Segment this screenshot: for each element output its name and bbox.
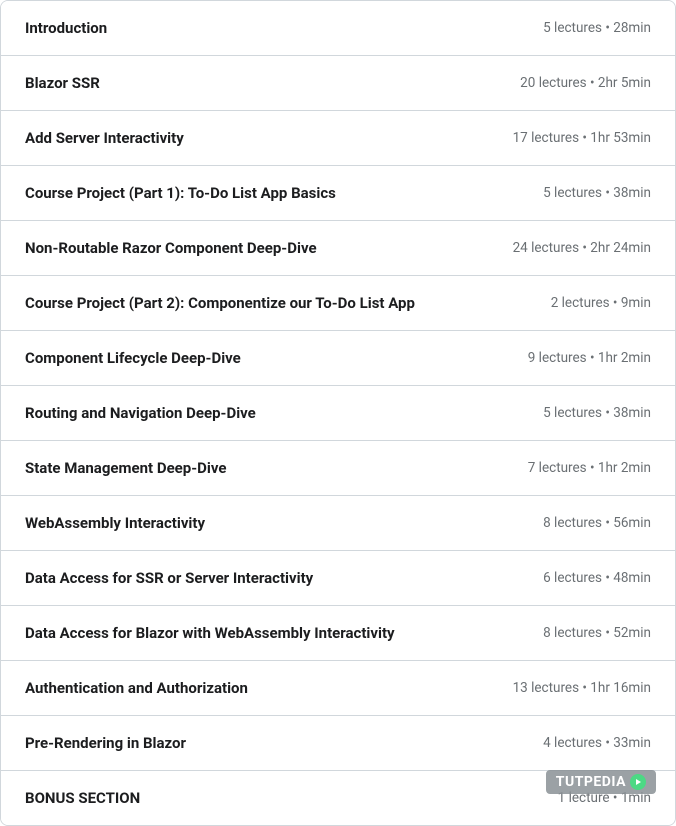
watermark-badge: TUTPEDIA xyxy=(546,770,656,794)
section-row[interactable]: Routing and Navigation Deep-Dive 5 lectu… xyxy=(1,386,675,441)
section-row[interactable]: Authentication and Authorization 13 lect… xyxy=(1,661,675,716)
section-title: Add Server Interactivity xyxy=(25,129,513,147)
section-row[interactable]: Blazor SSR 20 lectures • 2hr 5min xyxy=(1,56,675,111)
section-title: Routing and Navigation Deep-Dive xyxy=(25,404,543,422)
section-title: Blazor SSR xyxy=(25,74,520,92)
section-meta: 7 lectures • 1hr 2min xyxy=(528,460,651,476)
section-title: Non-Routable Razor Component Deep-Dive xyxy=(25,239,513,257)
play-icon xyxy=(630,774,646,790)
section-row[interactable]: WebAssembly Interactivity 8 lectures • 5… xyxy=(1,496,675,551)
section-meta: 8 lectures • 52min xyxy=(543,625,651,641)
section-row[interactable]: Component Lifecycle Deep-Dive 9 lectures… xyxy=(1,331,675,386)
section-meta: 5 lectures • 28min xyxy=(543,20,651,36)
section-row[interactable]: Course Project (Part 2): Componentize ou… xyxy=(1,276,675,331)
section-title: Component Lifecycle Deep-Dive xyxy=(25,349,528,367)
section-title: Data Access for SSR or Server Interactiv… xyxy=(25,569,543,587)
section-meta: 2 lectures • 9min xyxy=(551,295,651,311)
section-meta: 5 lectures • 38min xyxy=(543,185,651,201)
section-title: State Management Deep-Dive xyxy=(25,459,528,477)
section-row[interactable]: Pre-Rendering in Blazor 4 lectures • 33m… xyxy=(1,716,675,771)
section-title: Data Access for Blazor with WebAssembly … xyxy=(25,624,543,642)
section-title: Course Project (Part 1): To-Do List App … xyxy=(25,184,543,202)
section-meta: 4 lectures • 33min xyxy=(543,735,651,751)
section-row[interactable]: Data Access for Blazor with WebAssembly … xyxy=(1,606,675,661)
section-title: WebAssembly Interactivity xyxy=(25,514,543,532)
section-meta: 6 lectures • 48min xyxy=(543,570,651,586)
course-sections-list: Introduction 5 lectures • 28min Blazor S… xyxy=(0,0,676,826)
section-meta: 17 lectures • 1hr 53min xyxy=(513,130,651,146)
section-row[interactable]: Non-Routable Razor Component Deep-Dive 2… xyxy=(1,221,675,276)
section-meta: 20 lectures • 2hr 5min xyxy=(520,75,651,91)
watermark-text: TUTPEDIA xyxy=(556,774,626,790)
section-title: BONUS SECTION xyxy=(25,789,558,807)
section-meta: 9 lectures • 1hr 2min xyxy=(528,350,651,366)
section-title: Authentication and Authorization xyxy=(25,679,513,697)
section-meta: 8 lectures • 56min xyxy=(543,515,651,531)
section-title: Course Project (Part 2): Componentize ou… xyxy=(25,294,551,312)
section-title: Pre-Rendering in Blazor xyxy=(25,734,543,752)
section-row[interactable]: Course Project (Part 1): To-Do List App … xyxy=(1,166,675,221)
section-meta: 13 lectures • 1hr 16min xyxy=(513,680,651,696)
section-row[interactable]: Data Access for SSR or Server Interactiv… xyxy=(1,551,675,606)
section-row[interactable]: Add Server Interactivity 17 lectures • 1… xyxy=(1,111,675,166)
section-row[interactable]: State Management Deep-Dive 7 lectures • … xyxy=(1,441,675,496)
section-title: Introduction xyxy=(25,19,543,37)
section-row[interactable]: Introduction 5 lectures • 28min xyxy=(1,1,675,56)
section-meta: 5 lectures • 38min xyxy=(543,405,651,421)
section-meta: 24 lectures • 2hr 24min xyxy=(513,240,651,256)
